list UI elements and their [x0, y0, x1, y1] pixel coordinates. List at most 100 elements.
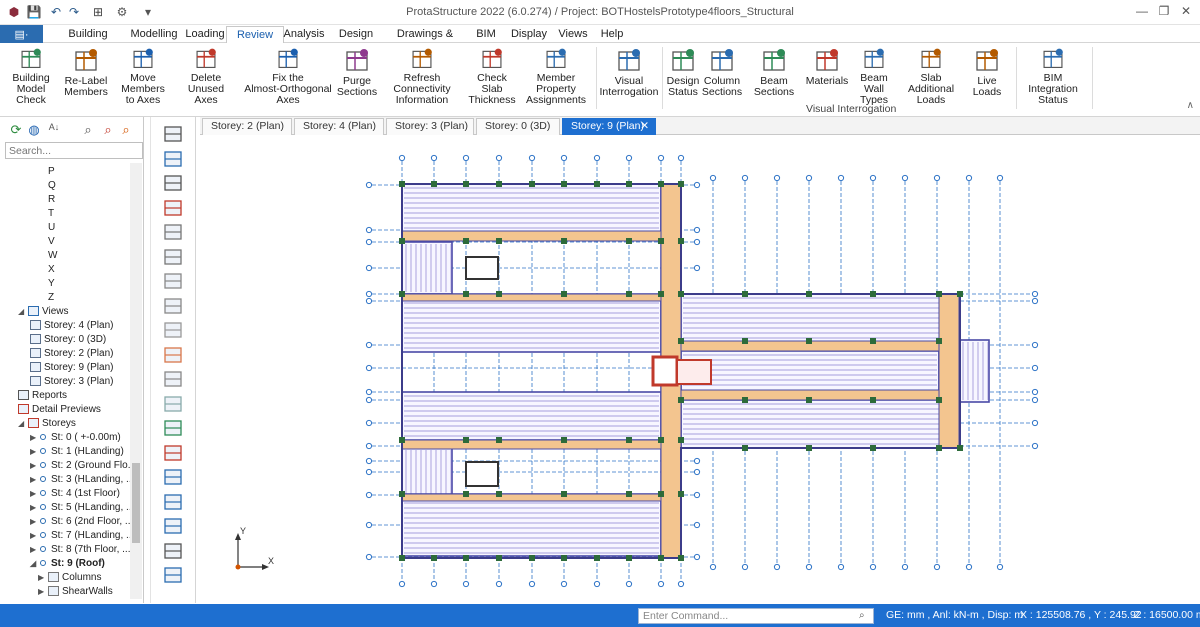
grid-bubble[interactable] — [869, 563, 877, 571]
grid-bubble[interactable] — [677, 154, 685, 162]
beam[interactable] — [401, 230, 682, 242]
column-tool-icon[interactable] — [161, 295, 187, 317]
find-next-icon[interactable]: ⌕ — [100, 122, 116, 138]
column[interactable] — [431, 555, 437, 561]
grid-bubble[interactable] — [625, 580, 633, 588]
grid-bubble[interactable] — [693, 491, 701, 499]
refresh-connectivity-button[interactable]: Refresh Connectivity Information — [378, 46, 466, 106]
tree-item[interactable]: ◢ Storeys — [18, 417, 76, 431]
tree-item[interactable]: Storey: 2 (Plan) — [30, 347, 113, 361]
explorer-search-input[interactable] — [5, 142, 143, 159]
grid-bubble[interactable] — [365, 364, 373, 372]
grid-bubble[interactable] — [805, 174, 813, 182]
column[interactable] — [399, 181, 405, 187]
column[interactable] — [561, 555, 567, 561]
column[interactable] — [496, 555, 502, 561]
grid-bubble[interactable] — [693, 468, 701, 476]
grid-bubble[interactable] — [365, 181, 373, 189]
tree-item[interactable]: ▶ St: 6 (2nd Floor, ... — [30, 515, 130, 529]
grid-bubble[interactable] — [996, 174, 1004, 182]
grid-bubble[interactable] — [773, 563, 781, 571]
tree-item[interactable]: Storey: 0 (3D) — [30, 333, 106, 347]
tree-item[interactable]: X — [48, 263, 55, 277]
grid-bubble[interactable] — [965, 174, 973, 182]
column[interactable] — [594, 181, 600, 187]
tree-expander-icon[interactable]: ▶ — [30, 501, 40, 515]
doc-tab-storey-2-plan[interactable]: Storey: 2 (Plan) — [202, 118, 292, 135]
tab-review[interactable]: Review — [226, 26, 284, 43]
grid-bubble[interactable] — [965, 563, 973, 571]
grid-bubble[interactable] — [933, 563, 941, 571]
grid-bubble[interactable] — [430, 154, 438, 162]
tree-item[interactable]: R — [48, 193, 55, 207]
column[interactable] — [529, 181, 535, 187]
column[interactable] — [626, 555, 632, 561]
column[interactable] — [496, 491, 502, 497]
grid-bubble[interactable] — [657, 154, 665, 162]
tree-item[interactable]: ▶ St: 4 (1st Floor) — [30, 487, 120, 501]
steel-member-icon[interactable] — [161, 515, 187, 537]
grid-bubble[interactable] — [933, 174, 941, 182]
grid-bubble[interactable] — [693, 181, 701, 189]
explorer-scrollbar[interactable] — [130, 163, 142, 599]
tab-help[interactable]: Help — [596, 26, 628, 43]
connection-icon[interactable] — [161, 540, 187, 562]
grid-bubble[interactable] — [837, 563, 845, 571]
beam[interactable] — [401, 439, 682, 450]
grid-bubble[interactable] — [693, 521, 701, 529]
column[interactable] — [561, 238, 567, 244]
move-members-button[interactable]: Move Members to Axes — [112, 46, 174, 106]
column[interactable] — [658, 555, 664, 561]
grid-bubble[interactable] — [462, 580, 470, 588]
sort-icon[interactable]: A↓ — [46, 122, 62, 138]
find-previous-icon[interactable]: ⌕ — [118, 122, 134, 138]
column[interactable] — [870, 397, 876, 403]
column[interactable] — [678, 397, 684, 403]
grid-bubble[interactable] — [741, 563, 749, 571]
grid-bubble[interactable] — [709, 563, 717, 571]
tab-bim[interactable]: BIM — [470, 26, 502, 43]
tab-display[interactable]: Display — [506, 26, 552, 43]
grid-bubble[interactable] — [1031, 364, 1039, 372]
materials-button[interactable]: Materials — [806, 46, 848, 106]
tree-item[interactable]: W — [48, 249, 57, 263]
maximize-button[interactable]: ❐ — [1156, 4, 1172, 20]
truss-icon[interactable] — [161, 466, 187, 488]
grid-bubble[interactable] — [593, 154, 601, 162]
member-property-button[interactable]: Member Property Assignments — [518, 46, 594, 106]
command-search-icon[interactable]: ⌕ — [859, 610, 871, 622]
display-icon[interactable] — [161, 148, 187, 170]
tree-item[interactable]: ▶ Columns — [38, 571, 101, 585]
tree-expander-icon[interactable]: ▶ — [38, 585, 48, 599]
grid-bubble[interactable] — [365, 388, 373, 396]
column[interactable] — [463, 181, 469, 187]
tree-item[interactable]: Z — [48, 291, 54, 305]
lift-core[interactable] — [465, 461, 499, 487]
column[interactable] — [561, 291, 567, 297]
column[interactable] — [529, 555, 535, 561]
scrollbar-thumb[interactable] — [132, 463, 140, 543]
tree-item[interactable]: Reports — [18, 389, 67, 403]
grid-bubble[interactable] — [430, 580, 438, 588]
grid-bubble[interactable] — [693, 238, 701, 246]
column[interactable] — [742, 338, 748, 344]
column[interactable] — [399, 437, 405, 443]
grid-bubble[interactable] — [709, 174, 717, 182]
grid-bubble[interactable] — [560, 580, 568, 588]
grid-bubble[interactable] — [1031, 419, 1039, 427]
tree-item[interactable]: Detail Previews — [18, 403, 101, 417]
column[interactable] — [678, 338, 684, 344]
tree-item[interactable]: U — [48, 221, 55, 235]
column[interactable] — [626, 238, 632, 244]
close-tab-icon[interactable]: ✕ — [640, 119, 649, 134]
tree-item[interactable]: P — [48, 165, 55, 179]
tree-expander-icon[interactable]: ◢ — [18, 305, 28, 319]
column[interactable] — [870, 445, 876, 451]
foundation-icon[interactable] — [161, 417, 187, 439]
list-icon[interactable] — [161, 172, 187, 194]
column[interactable] — [806, 338, 812, 344]
column[interactable] — [463, 555, 469, 561]
minimize-button[interactable]: — — [1134, 4, 1150, 20]
tree-expander-icon[interactable]: ▶ — [30, 543, 40, 557]
grid-bubble[interactable] — [869, 174, 877, 182]
